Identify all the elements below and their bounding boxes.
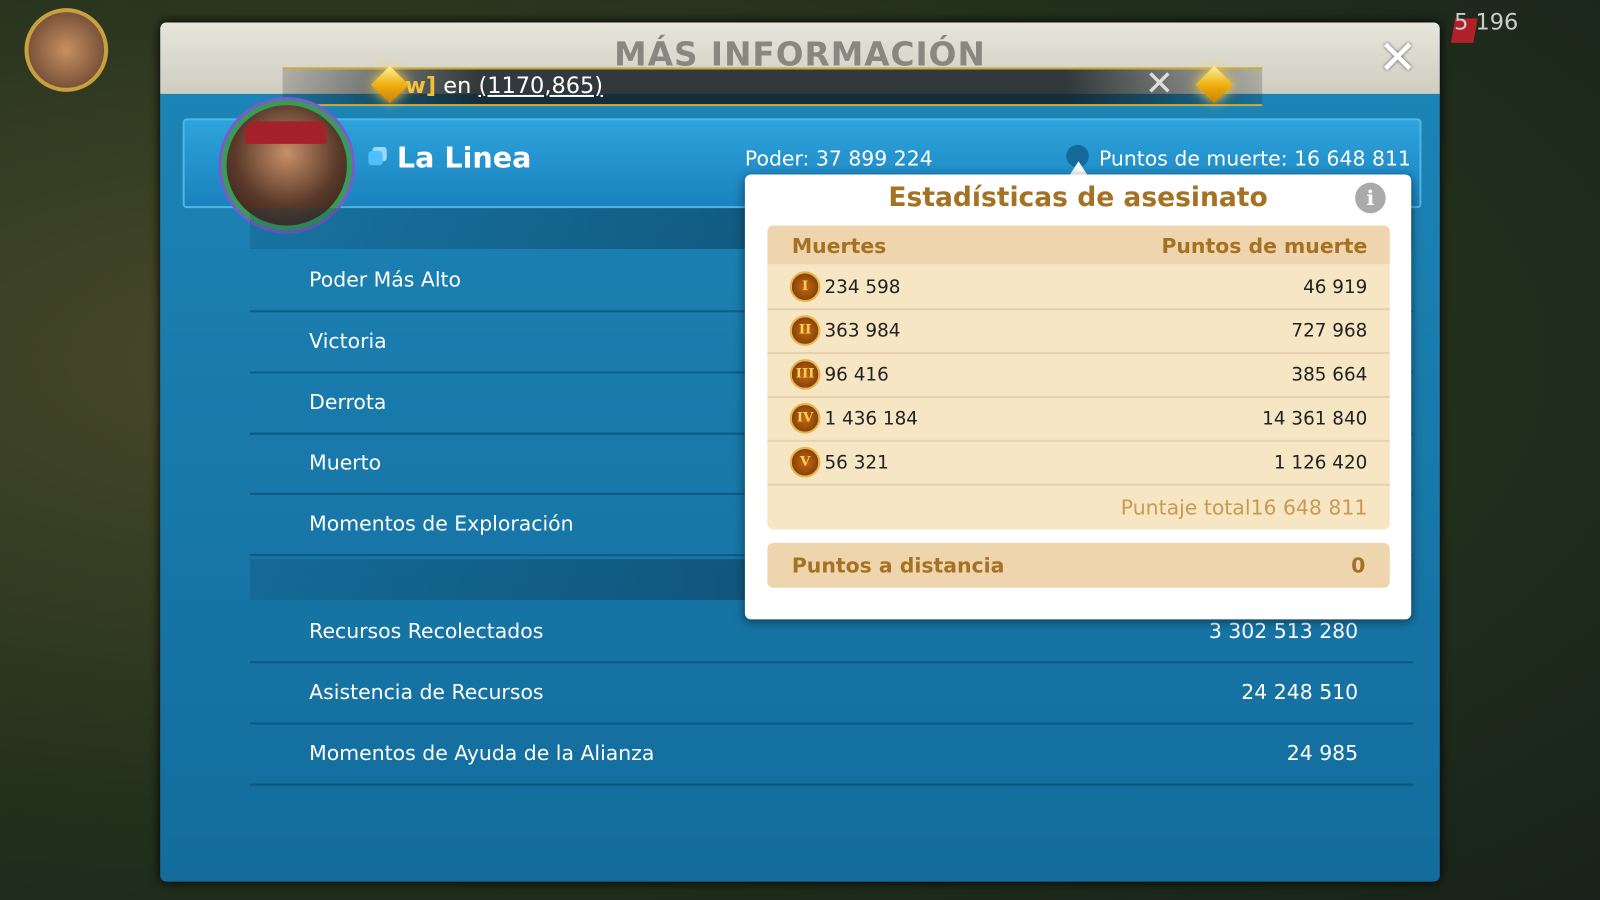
info-icon[interactable]: i: [1355, 182, 1386, 214]
notification-banner[interactable]: w] en (1170,865): [282, 67, 1263, 107]
table-row: II 363 984 727 968: [767, 309, 1390, 355]
ranged-points-row: Puntos a distancia 0: [767, 542, 1390, 588]
game-screen: 5 196 MÁS INFORMACIÓN ✕ w] en (1170,865)…: [0, 0, 1600, 900]
col-points: Puntos de muerte: [1161, 233, 1368, 259]
table-row: III 96 416 385 664: [767, 353, 1390, 398]
tier-icon: V: [789, 446, 821, 478]
tier-icon: I: [789, 271, 821, 303]
table-row: IV 1 436 184 14 361 840: [767, 397, 1390, 442]
tier-icon: III: [789, 359, 821, 390]
tier-icon: IV: [789, 403, 821, 434]
tier-icon: II: [789, 315, 821, 346]
close-icon[interactable]: ✕: [1378, 34, 1417, 81]
points-value: 727 968: [1291, 320, 1368, 342]
banner-prefix: w]: [405, 73, 437, 99]
stat-label: Poder Más Alto: [309, 267, 461, 292]
stat-value: 24 248 510: [1241, 679, 1359, 705]
popup-arrow: [1069, 161, 1088, 176]
gem-count: 5 196: [1454, 10, 1519, 36]
kill-stats-table: Muertes Puntos de muerte I 234 598 46 919 …: [767, 225, 1390, 530]
alliance-icon: [368, 151, 383, 166]
points-value: 14 361 840: [1262, 408, 1368, 430]
stat-value: 3 302 513 280: [1208, 618, 1359, 643]
total-score: Puntaje total16 648 811: [1120, 494, 1368, 520]
stat-row: Asistencia de Recursos 24 248 510: [249, 663, 1414, 725]
kills-value: 1 436 184: [824, 408, 918, 430]
stat-value: 24 985: [1286, 740, 1359, 766]
kills-value: 56 321: [824, 452, 889, 474]
kill-points[interactable]: Puntos de muerte: 16 648 811: [1099, 146, 1411, 170]
player-name: La Linea: [396, 140, 532, 175]
stat-label: Recursos Recolectados: [309, 618, 544, 643]
points-value: 385 664: [1291, 364, 1368, 386]
banner-close-icon[interactable]: ✕: [1145, 63, 1174, 104]
stat-label: Victoria: [309, 328, 387, 354]
player-avatar[interactable]: [24, 8, 109, 92]
stat-label: Asistencia de Recursos: [309, 679, 544, 705]
stat-row: Momentos de Ayuda de la Alianza 24 985: [249, 724, 1414, 786]
stat-label: Momentos de Exploración: [309, 511, 574, 536]
popup-title: Estadísticas de asesinato: [888, 182, 1268, 214]
player-power: Poder: 37 899 224: [744, 145, 933, 171]
table-row: I 234 598 46 919: [767, 265, 1390, 311]
table-header: Muertes Puntos de muerte: [767, 225, 1390, 265]
col-kills: Muertes: [791, 233, 887, 259]
kills-value: 234 598: [824, 276, 901, 298]
stat-label: Momentos de Ayuda de la Alianza: [309, 740, 655, 766]
stat-label: Muerto: [309, 449, 382, 475]
ranged-value: 0: [1351, 553, 1366, 578]
banner-text: en: [443, 73, 472, 99]
kill-stats-popup: Estadísticas de asesinato i Muertes Punt…: [744, 174, 1412, 620]
banner-coords-link[interactable]: (1170,865): [478, 73, 603, 99]
table-row: V 56 321 1 126 420: [767, 441, 1390, 486]
points-value: 1 126 420: [1273, 452, 1368, 474]
stat-label: Derrota: [309, 389, 387, 415]
kills-value: 363 984: [824, 320, 901, 342]
kills-value: 96 416: [824, 364, 889, 386]
points-value: 46 919: [1303, 276, 1368, 298]
ranged-label: Puntos a distancia: [791, 553, 1005, 578]
